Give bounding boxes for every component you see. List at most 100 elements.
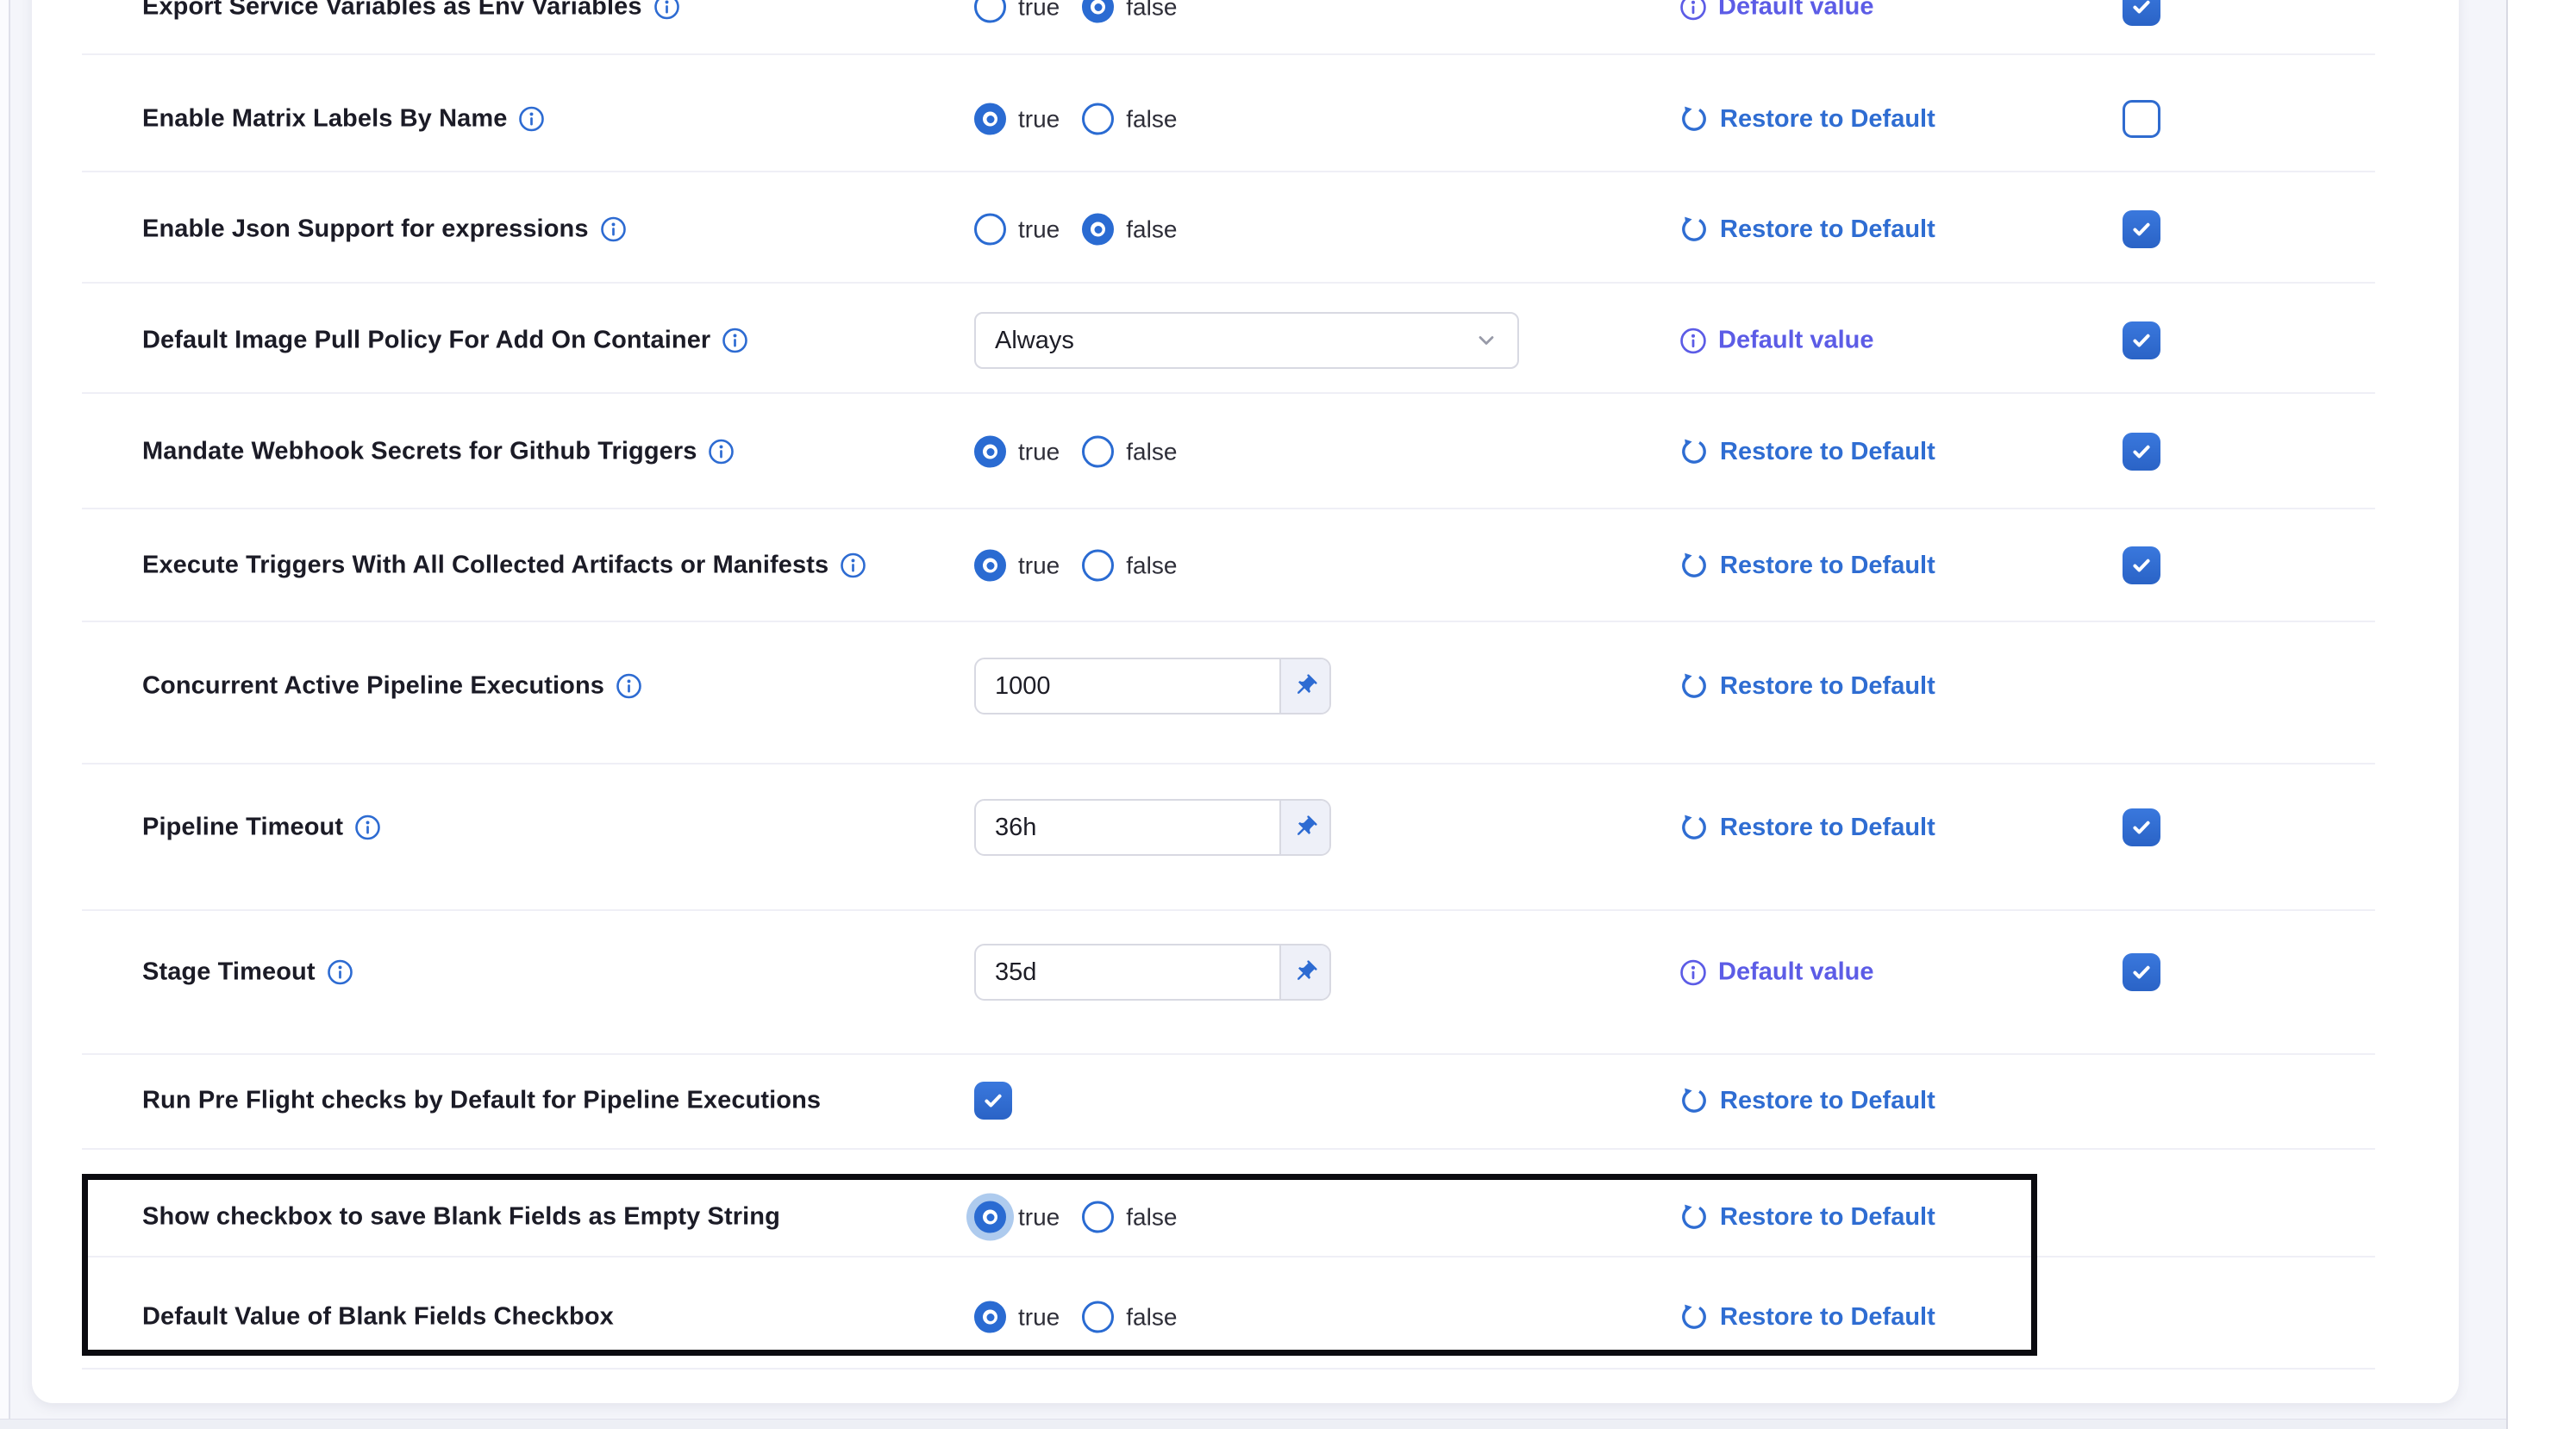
radio-false-label: false	[1126, 1303, 1177, 1331]
restore-to-default-button[interactable]: Restore to Default	[1679, 1302, 1935, 1332]
right-gutter	[2508, 0, 2576, 1429]
row-override-checkbox[interactable]	[2123, 100, 2160, 138]
setting-label: Show checkbox to save Blank Fields as Em…	[142, 1203, 780, 1232]
restore-label: Restore to Default	[1720, 552, 1935, 580]
restore-icon	[1679, 671, 1709, 701]
restore-to-default-button[interactable]: Restore to Default	[1679, 551, 1935, 580]
row-override-checkbox[interactable]	[2123, 210, 2160, 248]
radio-true[interactable]: true	[974, 550, 1060, 582]
info-icon	[1679, 327, 1707, 354]
setting-label: Mandate Webhook Secrets for Github Trigg…	[142, 438, 697, 466]
setting-input-group	[974, 658, 1331, 714]
restore-label: Restore to Default	[1720, 672, 1935, 701]
row-override-checkbox[interactable]	[2123, 433, 2160, 471]
select-value: Always	[995, 327, 1074, 355]
restore-label: Restore to Default	[1720, 105, 1935, 134]
pin-button[interactable]	[1279, 659, 1329, 713]
radio-false[interactable]: false	[1082, 1201, 1177, 1233]
restore-to-default-button[interactable]: Restore to Default	[1679, 813, 1935, 842]
radio-false[interactable]: false	[1082, 1301, 1177, 1333]
radio-false[interactable]: false	[1082, 550, 1177, 582]
radio-true[interactable]: true	[974, 214, 1060, 246]
row-override-checkbox[interactable]	[2123, 953, 2160, 991]
setting-input-group	[974, 799, 1331, 856]
radio-group: true false	[974, 0, 1177, 23]
radio-false[interactable]: false	[1082, 214, 1177, 246]
radio-true-label: true	[1018, 552, 1060, 579]
restore-to-default-button[interactable]: Restore to Default	[1679, 1202, 1935, 1232]
radio-false-dot	[1082, 103, 1114, 135]
setting-label: Stage Timeout	[142, 958, 316, 987]
preflight-checkbox[interactable]	[974, 1082, 1012, 1120]
restore-icon	[1679, 551, 1709, 580]
info-icon[interactable]	[518, 106, 545, 133]
pin-button[interactable]	[1279, 945, 1329, 999]
row-override-checkbox[interactable]	[2123, 546, 2160, 584]
radio-true-dot	[974, 550, 1006, 582]
radio-false[interactable]: false	[1082, 0, 1177, 23]
left-divider-line	[9, 0, 10, 1429]
info-icon[interactable]	[616, 673, 642, 700]
setting-label: Default Value of Blank Fields Checkbox	[142, 1303, 614, 1332]
restore-to-default-button[interactable]: Restore to Default	[1679, 104, 1935, 134]
radio-true[interactable]: true	[974, 436, 1060, 468]
radio-false-dot	[1082, 0, 1114, 23]
restore-icon	[1679, 104, 1709, 134]
row-divider	[82, 171, 2375, 172]
restore-icon	[1679, 215, 1709, 244]
radio-false-label: false	[1126, 438, 1177, 465]
radio-true[interactable]: true	[974, 0, 1060, 23]
default-value-label: Default value	[1718, 0, 1874, 22]
setting-label: Run Pre Flight checks by Default for Pip…	[142, 1087, 821, 1115]
setting-label: Enable Matrix Labels By Name	[142, 105, 507, 134]
info-icon[interactable]	[722, 328, 748, 354]
info-icon[interactable]	[354, 814, 381, 841]
info-icon[interactable]	[708, 439, 735, 465]
row-override-checkbox[interactable]	[2123, 321, 2160, 359]
image-pull-policy-select[interactable]: Always	[974, 312, 1519, 369]
bottom-band	[0, 1419, 2506, 1429]
pin-button[interactable]	[1279, 801, 1329, 854]
row-divider	[82, 1148, 2375, 1150]
radio-true-dot	[974, 1201, 1006, 1233]
radio-false-label: false	[1126, 105, 1177, 133]
stage-timeout-input[interactable]	[976, 945, 1279, 999]
row-divider	[82, 1368, 2375, 1370]
pipeline-timeout-input[interactable]	[976, 801, 1279, 854]
default-value-indicator: Default value	[1679, 0, 1874, 22]
restore-to-default-button[interactable]: Restore to Default	[1679, 1086, 1935, 1115]
info-icon[interactable]	[327, 959, 353, 986]
radio-true-dot	[974, 436, 1006, 468]
default-value-indicator: Default value	[1679, 958, 1874, 987]
default-value-label: Default value	[1718, 327, 1874, 355]
radio-false[interactable]: false	[1082, 103, 1177, 135]
info-icon[interactable]	[840, 552, 866, 579]
restore-icon	[1679, 1086, 1709, 1115]
setting-label: Enable Json Support for expressions	[142, 215, 589, 244]
radio-true-label: true	[1018, 1203, 1060, 1231]
info-icon[interactable]	[653, 0, 680, 21]
restore-label: Restore to Default	[1720, 1087, 1935, 1115]
restore-to-default-button[interactable]: Restore to Default	[1679, 437, 1935, 466]
radio-true[interactable]: true	[974, 1201, 1060, 1233]
radio-true[interactable]: true	[974, 1301, 1060, 1333]
radio-true-label: true	[1018, 0, 1060, 21]
restore-to-default-button[interactable]: Restore to Default	[1679, 671, 1935, 701]
row-divider	[82, 909, 2375, 911]
default-value-label: Default value	[1718, 958, 1874, 987]
radio-false-dot	[1082, 1201, 1114, 1233]
setting-input-group	[974, 944, 1331, 1001]
concurrent-executions-input[interactable]	[976, 659, 1279, 713]
restore-icon	[1679, 1302, 1709, 1332]
info-icon[interactable]	[600, 216, 627, 243]
chevron-down-icon	[1474, 328, 1498, 353]
radio-false-dot	[1082, 1301, 1114, 1333]
radio-group: true false	[974, 1301, 1177, 1333]
row-override-checkbox[interactable]	[2123, 808, 2160, 846]
restore-to-default-button[interactable]: Restore to Default	[1679, 215, 1935, 244]
radio-false[interactable]: false	[1082, 436, 1177, 468]
default-value-indicator: Default value	[1679, 327, 1874, 355]
radio-false-dot	[1082, 550, 1114, 582]
row-override-checkbox[interactable]	[2123, 0, 2160, 26]
radio-true[interactable]: true	[974, 103, 1060, 135]
